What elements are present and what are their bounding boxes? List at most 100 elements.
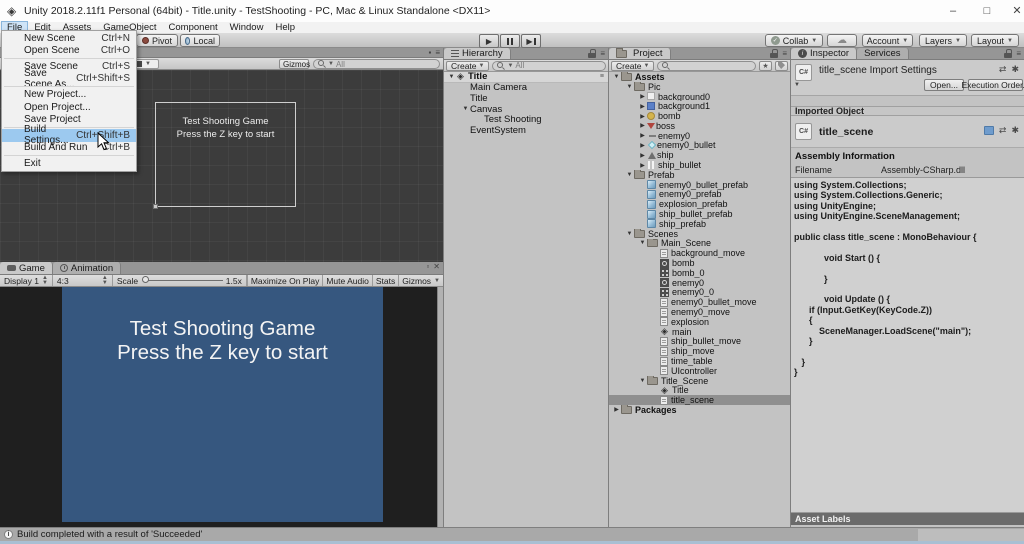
tab-project[interactable]: Project <box>609 47 671 59</box>
game-toolbar-maximize-on-play[interactable]: Maximize On Play <box>246 275 323 286</box>
tree-row-ship-bullet-move[interactable]: ship_bullet_move <box>609 337 790 346</box>
maximize-button[interactable]: □ <box>972 0 1002 21</box>
hierarchy-create-button[interactable]: Create ▼ <box>446 60 490 71</box>
layout-dropdown[interactable]: Layout ▼ <box>971 34 1019 47</box>
tree-row-eventsystem[interactable]: EventSystem <box>444 125 608 136</box>
tree-row-background1[interactable]: ▶ background1 <box>609 101 790 111</box>
tree-row-enemy0-bullet-prefab[interactable]: enemy0_bullet_prefab <box>609 180 790 190</box>
tree-row-background-move[interactable]: background_move <box>609 248 790 258</box>
scale-slider[interactable] <box>142 276 223 283</box>
close-button[interactable]: ✕ <box>1002 0 1024 21</box>
scene-gizmos-button[interactable]: Gizmos ▼ <box>279 59 318 69</box>
project-search-input[interactable] <box>657 60 756 71</box>
tree-row-explosion[interactable]: explosion <box>609 317 790 327</box>
tab-hierarchy[interactable]: Hierarchy <box>444 48 511 59</box>
tree-row-pic[interactable]: ▼ Pic <box>609 81 790 92</box>
expander-icon[interactable]: ▶ <box>638 152 647 159</box>
aspect-ratio-dropdown[interactable]: 4:3 ▲ ▼ <box>53 275 113 286</box>
tree-row-title[interactable]: ▼ ◈ Title ≡ <box>444 72 608 83</box>
status-bar[interactable]: i Build completed with a result of 'Succ… <box>0 527 1024 542</box>
scene-search-input[interactable]: ▼ All <box>313 59 440 69</box>
tree-row-explosion-prefab[interactable]: explosion_prefab <box>609 199 790 209</box>
file-menu-item-build-settings[interactable]: Build Settings... Ctrl+Shift+B <box>2 124 136 146</box>
tree-row-test-shooting[interactable]: Test Shooting <box>444 114 608 125</box>
local-button[interactable]: Local <box>180 34 220 47</box>
slider-knob-icon[interactable] <box>142 276 150 283</box>
expander-icon[interactable]: ▼ <box>625 84 634 90</box>
cloud-button[interactable]: ☁ <box>827 34 857 47</box>
expander-icon[interactable]: ▶ <box>638 162 647 169</box>
tree-row-scenes[interactable]: ▼ Scenes <box>609 228 790 239</box>
file-menu-item-open-project[interactable]: Open Project... <box>2 101 136 113</box>
rect-handle[interactable] <box>153 204 158 209</box>
tree-row-background0[interactable]: ▶ background0 <box>609 92 790 102</box>
tree-row-bomb[interactable]: bomb <box>609 258 790 268</box>
expander-icon[interactable]: ▼ <box>461 106 470 112</box>
tree-row-enemy0-0[interactable]: enemy0_0 <box>609 288 790 297</box>
layers-dropdown[interactable]: Layers ▼ <box>919 34 967 47</box>
tree-row-boss[interactable]: ▶ boss <box>609 121 790 131</box>
panel-menu-icon[interactable]: ≡ <box>435 49 440 57</box>
tree-row-packages[interactable]: ▶ Packages <box>609 405 790 415</box>
file-menu-item-save-scene-as[interactable]: Save Scene As... Ctrl+Shift+S <box>2 68 136 90</box>
tree-row-ship-prefab[interactable]: ship_prefab <box>609 219 790 229</box>
close-panel-icon[interactable]: ✕ <box>433 263 440 271</box>
menu-component[interactable]: Component <box>164 22 223 33</box>
expander-icon[interactable]: ▶ <box>638 122 647 129</box>
tree-row-ship-bullet[interactable]: ▶ ship_bullet <box>609 160 790 170</box>
tree-row-ship-bullet-prefab[interactable]: ship_bullet_prefab <box>609 209 790 219</box>
menu-window[interactable]: Window <box>225 22 269 33</box>
expander-icon[interactable]: ▼ <box>625 172 634 178</box>
execution-order-button[interactable]: Execution Order... <box>961 79 1024 91</box>
tree-row-title-scene[interactable]: title_scene <box>609 395 790 406</box>
lock-icon[interactable] <box>588 49 597 58</box>
tree-row-title-scene[interactable]: ▼ Title_Scene <box>609 375 790 386</box>
tab-inspector[interactable]: i Inspector <box>791 48 858 59</box>
dock-icon[interactable]: ▫ <box>426 263 429 271</box>
tree-row-bomb-0[interactable]: bomb_0 <box>609 268 790 278</box>
tree-row-time-table[interactable]: time_table <box>609 356 790 366</box>
file-menu-item-new-scene[interactable]: New Scene Ctrl+N <box>2 32 136 44</box>
presets-icon[interactable]: ⇄ <box>999 64 1007 75</box>
pause-button[interactable] <box>500 34 520 48</box>
tree-row-main-scene[interactable]: ▼ Main_Scene <box>609 238 790 248</box>
canvas-gizmo-rect[interactable]: Test Shooting Game Press the Z key to st… <box>153 102 296 209</box>
collab-button[interactable]: ✓ Collab ▼ <box>765 34 823 47</box>
minimize-button[interactable]: – <box>938 0 968 21</box>
tree-row-assets[interactable]: ▼ Assets <box>609 72 790 82</box>
tree-row-prefab[interactable]: ▼ Prefab <box>609 169 790 180</box>
expander-icon[interactable]: ▼ <box>447 74 456 80</box>
gear-icon[interactable]: ✱ <box>1011 125 1019 136</box>
tree-row-enemy0-bullet[interactable]: ▶ enemy0_bullet <box>609 141 790 151</box>
lock-icon[interactable] <box>770 49 779 58</box>
expander-icon[interactable]: ▶ <box>638 142 647 149</box>
game-toolbar-mute-audio[interactable]: Mute Audio <box>322 275 372 286</box>
file-menu-item-open-scene[interactable]: Open Scene Ctrl+O <box>2 44 136 56</box>
tab-services[interactable]: Services <box>857 48 909 59</box>
file-menu-item-exit[interactable]: Exit <box>2 158 136 170</box>
presets-icon[interactable]: ⇄ <box>999 125 1007 136</box>
expander-icon[interactable]: ▼ <box>612 74 621 80</box>
menu-help[interactable]: Help <box>270 22 300 33</box>
panel-menu-icon[interactable]: ≡ <box>600 49 605 58</box>
lock-icon[interactable] <box>1004 49 1013 58</box>
step-button[interactable]: ▶ <box>521 34 541 48</box>
favorites-button[interactable]: ★ <box>759 60 772 71</box>
expander-icon[interactable]: ▶ <box>638 132 647 139</box>
panel-menu-icon[interactable]: ≡ <box>782 49 787 58</box>
file-menu-item-build-and-run[interactable]: Build And Run Ctrl+B <box>2 142 136 154</box>
tab-game[interactable]: Game <box>0 262 53 274</box>
expander-icon[interactable]: ▶ <box>638 103 647 110</box>
labels-button[interactable] <box>775 60 788 71</box>
tree-row-enemy0[interactable]: enemy0 <box>609 278 790 288</box>
game-gizmos-dropdown[interactable]: Gizmos ▼ <box>398 275 443 286</box>
panel-menu-icon[interactable]: ≡ <box>1016 49 1021 58</box>
tree-row-main-camera[interactable]: Main Camera <box>444 83 608 94</box>
tree-row-enemy0[interactable]: ▶ enemy0 <box>609 131 790 141</box>
scene-context-menu-icon[interactable]: ≡ <box>600 73 604 80</box>
help-book-icon[interactable] <box>983 126 994 135</box>
asset-labels-bar[interactable]: Asset Labels <box>791 513 1024 525</box>
gear-icon[interactable]: ✱ <box>1011 64 1019 75</box>
file-menu-item-new-project[interactable]: New Project... <box>2 89 136 101</box>
tree-row-title[interactable]: ◈ Title <box>609 386 790 396</box>
